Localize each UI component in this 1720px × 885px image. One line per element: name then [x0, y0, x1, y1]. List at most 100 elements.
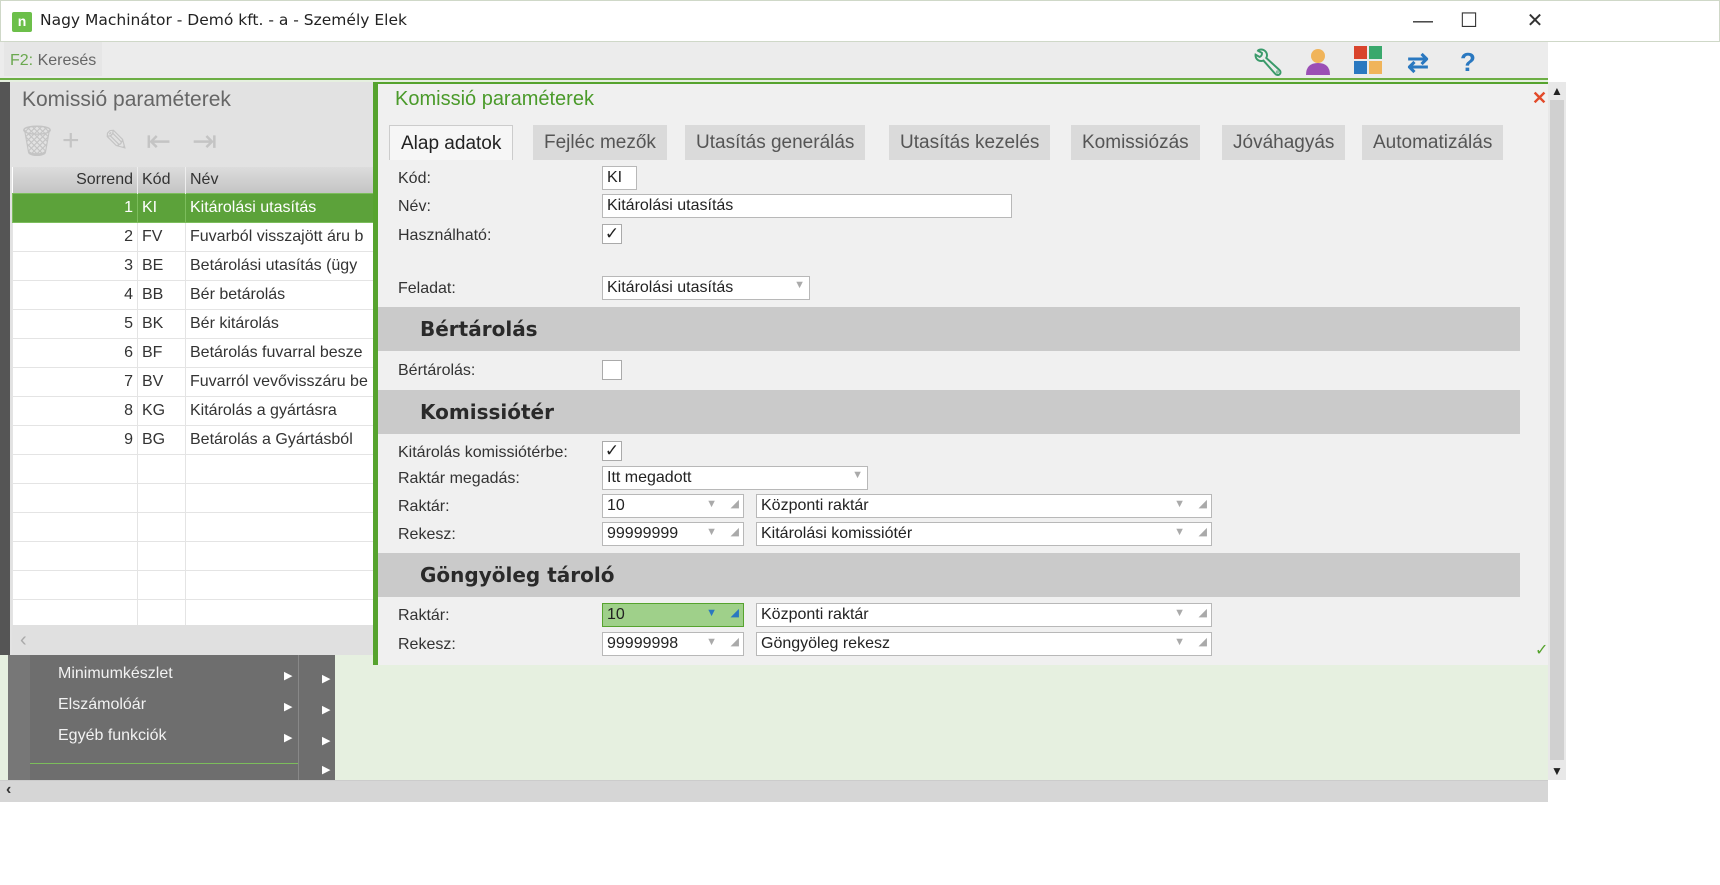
col-sorrend[interactable]: Sorrend: [12, 167, 138, 193]
tab-komissiozas[interactable]: Komissiózás: [1071, 125, 1200, 160]
resize-corner-icon: ◢: [1198, 636, 1207, 648]
table-row[interactable]: 4 BB Bér betárolás: [12, 279, 375, 310]
cell-order: 5: [12, 308, 138, 339]
resize-corner-icon: ◢: [1198, 526, 1207, 538]
col-nev[interactable]: Név: [185, 167, 375, 193]
menu-item-elszamoloar[interactable]: Elszámolóár: [58, 696, 146, 714]
section-komissioter: Komissiótér: [378, 390, 1520, 434]
g-raktar-code-input[interactable]: 10 ▼ ◢: [602, 603, 744, 627]
rekesz-name-input[interactable]: Kitárolási komissiótér ▼ ◢: [756, 522, 1212, 546]
cell-order: 1: [12, 192, 138, 223]
tab-jovahagyas[interactable]: Jóváhagyás: [1222, 125, 1346, 160]
scroll-down-icon[interactable]: ▼: [1551, 764, 1563, 778]
cell-name: Bér kitárolás: [185, 308, 375, 339]
rekesz-code-input[interactable]: 99999999 ▼ ◢: [602, 522, 744, 546]
g-raktar-code: 10: [607, 606, 625, 623]
search-button[interactable]: F2: Keresés: [4, 42, 103, 76]
maximize-button[interactable]: ☐: [1446, 8, 1492, 36]
cell-code: BB: [137, 279, 186, 310]
tab-fejlec-mezok[interactable]: Fejléc mezők: [533, 125, 667, 160]
feladat-select[interactable]: Kitárolási utasítás ▼: [602, 276, 810, 300]
pencil-icon[interactable]: ✎: [104, 124, 129, 159]
g-rekesz-code-input[interactable]: 99999998 ▼ ◢: [602, 632, 744, 656]
window-title: Nagy Machinátor - Demó kft. - a - Személ…: [40, 11, 407, 29]
menu-item-egyeb[interactable]: Egyéb funkciók: [58, 727, 167, 745]
add-icon[interactable]: +: [62, 124, 80, 158]
table-row[interactable]: 7 BV Fuvarról vevővisszáru be: [12, 366, 375, 397]
list-scrollbar[interactable]: ‹: [12, 625, 375, 655]
tab-alap-adatok[interactable]: Alap adatok: [389, 125, 514, 160]
chevron-down-icon: ▼: [706, 636, 717, 648]
params-table: Sorrend Kód Név 1 KI Kitárolási utasítás 2 F…: [12, 167, 375, 629]
submenu-arrow-icon: ▶: [322, 704, 331, 716]
minimize-button[interactable]: —: [1400, 8, 1446, 36]
raktar-megadas-select[interactable]: Itt megadott ▼: [602, 466, 868, 490]
close-icon[interactable]: ✕: [1532, 88, 1547, 109]
user-icon[interactable]: [1294, 46, 1342, 78]
table-row[interactable]: 9 BG Betárolás a Gyártásból: [12, 424, 375, 455]
cell-order: 8: [12, 395, 138, 426]
tiles-icon[interactable]: [1344, 46, 1392, 78]
col-kod[interactable]: Kód: [137, 167, 186, 193]
cell-name: Betárolás fuvarral besze: [185, 337, 375, 368]
table-row[interactable]: 2 FV Fuvarból visszajött áru b: [12, 221, 375, 252]
tab-utasitas-generalas[interactable]: Utasítás generálás: [685, 125, 866, 160]
kod-label: Kód:: [398, 170, 431, 187]
tab-utasitas-kezeles[interactable]: Utasítás kezelés: [889, 125, 1051, 160]
raktar-name-input[interactable]: Központi raktár ▼ ◢: [756, 494, 1212, 518]
chevron-down-icon: ▼: [852, 469, 863, 481]
menu-separator: [30, 763, 298, 764]
hasznalhato-checkbox[interactable]: ✓: [602, 224, 622, 244]
trash-icon[interactable]: 🗑︎: [18, 124, 56, 159]
table-row[interactable]: 5 BK Bér kitárolás: [12, 308, 375, 339]
submenu-arrow-icon: ▶: [322, 735, 331, 747]
chevron-down-icon: ▼: [706, 526, 717, 538]
swap-icon[interactable]: ⇄: [1394, 46, 1442, 78]
chevron-down-icon: ▼: [1174, 607, 1185, 619]
feladat-label: Feladat:: [398, 280, 456, 297]
kitarolas-komissioterbe-label: Kitárolás komissiótérbe:: [398, 444, 568, 461]
close-button[interactable]: ✕: [1512, 8, 1558, 36]
rekesz-code: 99999999: [607, 525, 679, 542]
move-up-icon[interactable]: ⇤: [146, 124, 171, 159]
bertarolas-checkbox[interactable]: [602, 360, 622, 380]
tab-automatizalas[interactable]: Automatizálás: [1362, 125, 1504, 160]
scroll-up-icon[interactable]: ▲: [1551, 84, 1563, 98]
wrench-icon[interactable]: 🔧︎: [1244, 46, 1292, 78]
left-border: [0, 82, 10, 655]
table-row[interactable]: 6 BF Betárolás fuvarral besze: [12, 337, 375, 368]
menu-icon-strip: [8, 655, 30, 780]
save-check-icon[interactable]: ✓: [1535, 640, 1548, 660]
menu-item-minimumkeszlet[interactable]: Minimumkészlet: [58, 665, 173, 683]
empty-row: [12, 453, 375, 484]
cell-code: KG: [137, 395, 186, 426]
cell-order: 9: [12, 424, 138, 455]
g-raktar-name: Központi raktár: [761, 606, 869, 623]
cell-code: KI: [137, 192, 186, 223]
scrollbar-thumb[interactable]: [1550, 100, 1564, 760]
chevron-down-icon: ▼: [1174, 526, 1185, 538]
table-row[interactable]: 3 BE Betárolási utasítás (ügy: [12, 250, 375, 281]
g-rekesz-label: Rekesz:: [398, 636, 456, 653]
cell-order: 6: [12, 337, 138, 368]
move-down-icon[interactable]: ⇥: [192, 124, 217, 159]
g-rekesz-name-input[interactable]: Göngyöleg rekesz ▼ ◢: [756, 632, 1212, 656]
cell-order: 3: [12, 250, 138, 281]
bertarolas-label: Bértárolás:: [398, 362, 476, 379]
kitarolas-komissioterbe-checkbox[interactable]: ✓: [602, 441, 622, 461]
list-panel-title: Komissió paraméterek: [22, 88, 231, 111]
table-row[interactable]: 1 KI Kitárolási utasítás: [12, 192, 375, 223]
resize-corner-icon: ◢: [730, 526, 739, 538]
resize-corner-icon: ◢: [730, 607, 739, 619]
g-raktar-name-input[interactable]: Központi raktár ▼ ◢: [756, 603, 1212, 627]
cell-code: BG: [137, 424, 186, 455]
empty-row: [12, 598, 375, 629]
kod-input[interactable]: KI: [602, 166, 637, 190]
horizontal-scrollbar[interactable]: ‹: [0, 780, 1548, 802]
raktar-code-input[interactable]: 10 ▼ ◢: [602, 494, 744, 518]
nev-input[interactable]: Kitárolási utasítás: [602, 194, 1012, 218]
table-row[interactable]: 8 KG Kitárolás a gyártásra: [12, 395, 375, 426]
help-icon[interactable]: ?: [1444, 46, 1492, 78]
rekesz-label: Rekesz:: [398, 526, 456, 543]
raktar-label: Raktár:: [398, 498, 450, 515]
